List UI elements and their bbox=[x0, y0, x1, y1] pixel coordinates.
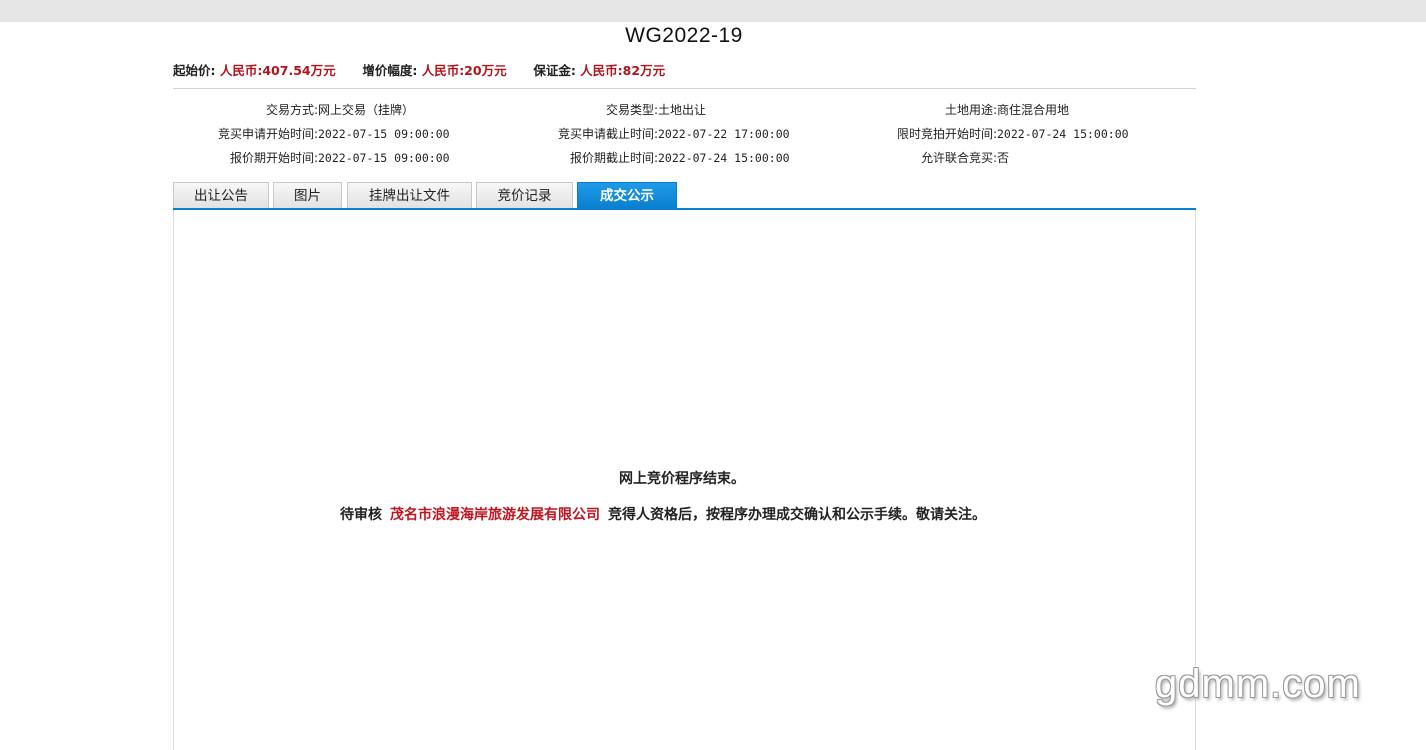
browser-top-bar bbox=[0, 0, 1426, 22]
deposit-value: 人民币:82万元 bbox=[580, 63, 666, 78]
price-summary: 起始价: 人民币:407.54万元 增价幅度: 人民币:20万元 保证金: 人民… bbox=[173, 60, 665, 79]
tab-deal-publicity[interactable]: 成交公示 bbox=[577, 182, 677, 208]
info-value: 2022-07-15 09:00:00 bbox=[318, 127, 450, 141]
divider bbox=[173, 88, 1196, 89]
info-item-joint-bid: 允许联合竞买:否 bbox=[853, 148, 1009, 168]
info-value: 2022-07-22 17:00:00 bbox=[658, 127, 790, 141]
info-key: 报价期截止时间: bbox=[569, 151, 658, 165]
info-value: 2022-07-24 15:00:00 bbox=[997, 127, 1129, 141]
info-key: 限时竞拍开始时间: bbox=[896, 127, 997, 141]
result-headline: 网上竞价程序结束。 bbox=[619, 471, 745, 487]
page-title: WG2022-19 bbox=[625, 24, 743, 47]
transaction-info: 交易方式:网上交易（挂牌） 交易类型:土地出让 土地用途:商住混合用地 竞买申请… bbox=[173, 100, 1196, 172]
info-value: 2022-07-15 09:00:00 bbox=[318, 151, 450, 165]
tab-announcement[interactable]: 出让公告 bbox=[173, 182, 269, 208]
start-price-value: 人民币:407.54万元 bbox=[219, 63, 336, 78]
info-key: 竞买申请开始时间: bbox=[217, 127, 318, 141]
result-suffix: 竞得人资格后，按程序办理成交确认和公示手续。敬请关注。 bbox=[608, 507, 986, 523]
info-key: 允许联合竞买: bbox=[920, 151, 997, 165]
tab-bid-records[interactable]: 竞价记录 bbox=[476, 182, 573, 208]
info-item-quote-start: 报价期开始时间:2022-07-15 09:00:00 bbox=[173, 148, 450, 168]
info-item-apply-start: 竞买申请开始时间:2022-07-15 09:00:00 bbox=[173, 124, 450, 144]
info-item-quote-end: 报价期截止时间:2022-07-24 15:00:00 bbox=[513, 148, 790, 168]
info-item-apply-end: 竞买申请截止时间:2022-07-22 17:00:00 bbox=[513, 124, 790, 144]
info-row: 交易方式:网上交易（挂牌） 交易类型:土地出让 土地用途:商住混合用地 bbox=[173, 100, 1196, 124]
info-key: 土地用途: bbox=[944, 103, 997, 117]
watermark: gdmm.com bbox=[1155, 662, 1361, 706]
info-value: 2022-07-24 15:00:00 bbox=[658, 151, 790, 165]
info-item-trade-method: 交易方式:网上交易（挂牌） bbox=[173, 100, 414, 120]
deposit-label: 保证金: bbox=[533, 63, 576, 78]
info-row: 报价期开始时间:2022-07-15 09:00:00 报价期截止时间:2022… bbox=[173, 148, 1196, 172]
info-value: 土地出让 bbox=[658, 103, 707, 117]
increment-label: 增价幅度: bbox=[362, 63, 418, 78]
info-value: 否 bbox=[997, 151, 1010, 165]
info-key: 交易方式: bbox=[265, 103, 318, 117]
info-key: 竞买申请截止时间: bbox=[557, 127, 658, 141]
info-item-auction-start: 限时竞拍开始时间:2022-07-24 15:00:00 bbox=[853, 124, 1129, 144]
info-value: 网上交易（挂牌） bbox=[318, 103, 415, 117]
info-key: 报价期开始时间: bbox=[229, 151, 318, 165]
result-prefix: 待审核 bbox=[340, 507, 382, 523]
winning-company: 茂名市浪漫海岸旅游发展有限公司 bbox=[390, 507, 600, 523]
info-item-land-use: 土地用途:商住混合用地 bbox=[853, 100, 1069, 120]
info-row: 竞买申请开始时间:2022-07-15 09:00:00 竞买申请截止时间:20… bbox=[173, 124, 1196, 148]
tab-images[interactable]: 图片 bbox=[273, 182, 342, 208]
tab-listing-documents[interactable]: 挂牌出让文件 bbox=[347, 182, 472, 208]
info-item-trade-type: 交易类型:土地出让 bbox=[513, 100, 706, 120]
info-value: 商住混合用地 bbox=[997, 103, 1070, 117]
result-detail: 待审核 茂名市浪漫海岸旅游发展有限公司 竞得人资格后，按程序办理成交确认和公示手续。… bbox=[340, 504, 986, 524]
increment-value: 人民币:20万元 bbox=[421, 63, 507, 78]
info-key: 交易类型: bbox=[605, 103, 658, 117]
start-price-label: 起始价: bbox=[173, 63, 216, 78]
